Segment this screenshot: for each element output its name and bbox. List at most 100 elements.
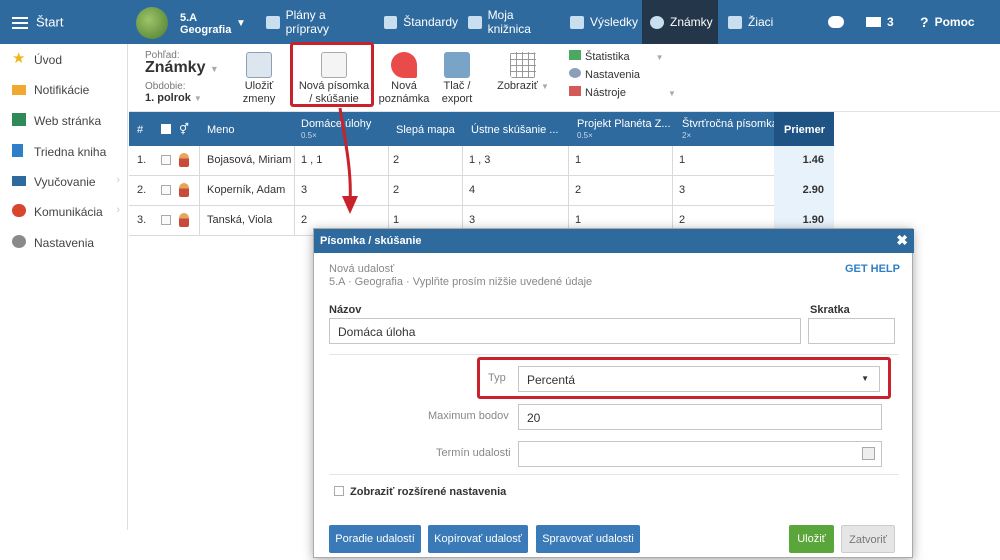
- gear-icon: [12, 235, 26, 248]
- sidebar: ★ Úvod Notifikácie Web stránka Triedna kn…: [0, 44, 128, 530]
- divider: [568, 146, 569, 236]
- sidebar-item-uvod[interactable]: ★ Úvod: [0, 44, 128, 74]
- grade-cell[interactable]: 3: [301, 184, 307, 196]
- sidebar-item-teaching[interactable]: Vyučovanie ›: [0, 166, 128, 196]
- get-help-link[interactable]: GET HELP: [845, 263, 900, 275]
- student-name[interactable]: Tanská, Viola: [207, 214, 272, 226]
- hamburger-icon: [12, 14, 28, 32]
- sidebar-item-classbook[interactable]: Triedna kniha: [0, 136, 128, 166]
- student-name[interactable]: Koperník, Adam: [207, 184, 285, 196]
- nav-grades[interactable]: Známky: [642, 0, 718, 44]
- person-icon: [179, 183, 189, 197]
- row-checkbox[interactable]: [161, 215, 171, 225]
- student-name[interactable]: Bojasová, Miriam: [207, 154, 291, 166]
- view-selector[interactable]: Známky ▼: [145, 59, 219, 77]
- person-icon: [179, 153, 189, 167]
- dialog-context: 5.A · Geografia · Vyplňte prosím nižšie …: [329, 276, 593, 288]
- start-menu-button[interactable]: Štart: [12, 14, 63, 32]
- table-row: 1. Bojasová, Miriam 1 , 1 2 1 , 3 1 1 1.…: [129, 146, 834, 176]
- tools-button[interactable]: Nástroje ▼: [569, 86, 676, 99]
- nav-library[interactable]: Moja knižnica: [460, 0, 558, 44]
- subject-name: Geografia: [180, 24, 232, 36]
- average-value: 2.90: [774, 176, 834, 206]
- nav-results[interactable]: Výsledky: [562, 0, 640, 44]
- save-button[interactable]: Uložiť: [789, 525, 834, 553]
- period-selector[interactable]: 1. polrok ▼: [145, 92, 202, 104]
- print-export-button[interactable]: Tlač / export: [435, 52, 479, 106]
- close-icon[interactable]: ✖: [896, 232, 908, 249]
- grade-cell[interactable]: 3: [469, 214, 475, 226]
- envelope-icon: [866, 17, 881, 27]
- calendar-icon[interactable]: [862, 447, 875, 460]
- grade-cell[interactable]: 1: [679, 154, 685, 166]
- highlight-new-test: [290, 42, 374, 107]
- checkbox[interactable]: [334, 486, 344, 496]
- divider: [329, 354, 899, 355]
- floppy-icon: [246, 52, 272, 78]
- class-selector[interactable]: 5.A Geografia ▼: [180, 12, 246, 36]
- home-icon: [12, 113, 26, 126]
- row-checkbox[interactable]: [161, 155, 171, 165]
- row-checkbox[interactable]: [161, 185, 171, 195]
- grade-cell[interactable]: 2: [679, 214, 685, 226]
- new-note-button[interactable]: Nová poznámka: [377, 52, 431, 106]
- sidebar-item-web[interactable]: Web stránka: [0, 105, 128, 135]
- sidebar-item-notifications[interactable]: Notifikácie: [0, 74, 128, 104]
- close-button[interactable]: Zatvoriť: [841, 525, 895, 553]
- name-field[interactable]: Domáca úloha: [329, 318, 801, 344]
- envelope-icon: [12, 85, 26, 95]
- person-icon: [179, 213, 189, 227]
- grade-cell[interactable]: 1 , 1: [301, 154, 322, 166]
- nav-students[interactable]: Žiaci: [722, 0, 784, 44]
- nav-plans[interactable]: Plány a prípravy: [258, 0, 370, 44]
- grade-cell[interactable]: 4: [469, 184, 475, 196]
- grade-cell[interactable]: 2: [393, 154, 399, 166]
- class-name: 5.A: [180, 12, 198, 24]
- tools-icon: [569, 86, 581, 96]
- grade-cell[interactable]: 2: [301, 214, 307, 226]
- grade-cell[interactable]: 1: [575, 214, 581, 226]
- top-navigation-bar: Štart 5.A Geografia ▼ Plány a prípravy Šta…: [0, 0, 1000, 44]
- settings-button[interactable]: Nastavenia: [569, 68, 640, 81]
- manage-events-button[interactable]: Spravovať udalosti: [536, 525, 640, 553]
- short-field[interactable]: [808, 318, 895, 344]
- sidebar-item-settings[interactable]: Nastavenia: [0, 227, 128, 257]
- grade-cell[interactable]: 2: [393, 184, 399, 196]
- nav-standards[interactable]: Štandardy: [376, 0, 458, 44]
- help-button[interactable]: ? Pomoc: [920, 0, 975, 44]
- grade-cell[interactable]: 2: [575, 184, 581, 196]
- chat-button[interactable]: [828, 0, 844, 44]
- show-button[interactable]: Zobraziť ▼: [491, 52, 555, 93]
- average-value: 1.46: [774, 146, 834, 176]
- statistics-button[interactable]: Štatistika ▼: [569, 50, 664, 63]
- grade-cell[interactable]: 1: [575, 154, 581, 166]
- class-avatar[interactable]: [136, 7, 168, 39]
- grid-settings-icon: [510, 52, 536, 78]
- divider: [672, 146, 673, 236]
- save-changes-button[interactable]: Uložiť zmeny: [239, 52, 279, 106]
- gears-icon: [569, 68, 581, 78]
- chat-icon: [12, 204, 26, 217]
- question-icon: ?: [920, 14, 929, 30]
- caret-down-icon: ▼: [209, 64, 219, 74]
- period-label: Obdobie:: [145, 81, 186, 92]
- order-events-button[interactable]: Poradie udalostí: [329, 525, 421, 553]
- max-points-field[interactable]: 20: [518, 404, 882, 430]
- date-field[interactable]: [518, 441, 882, 467]
- copy-event-button[interactable]: Kopírovať udalosť: [428, 525, 528, 553]
- grade-cell[interactable]: 1 , 3: [469, 154, 490, 166]
- advanced-settings-toggle[interactable]: Zobraziť rozšírené nastavenia: [334, 486, 506, 498]
- caret-down-icon: ▼: [193, 94, 202, 103]
- divider: [199, 146, 200, 236]
- grade-cell[interactable]: 3: [679, 184, 685, 196]
- chat-icon: [828, 16, 844, 28]
- grades-table-header: # ⚥ Meno Domáce úlohy 0.5× Slepá mapa Úst…: [129, 112, 834, 146]
- highlight-type-select: [477, 357, 891, 399]
- pin-icon: [391, 52, 417, 78]
- col-average[interactable]: Priemer: [774, 112, 834, 146]
- sidebar-item-communication[interactable]: Komunikácia ›: [0, 196, 128, 226]
- messages-button[interactable]: 3: [866, 0, 894, 44]
- star-icon: ★: [12, 50, 26, 67]
- library-icon: [468, 15, 482, 29]
- grade-cell[interactable]: 1: [393, 214, 399, 226]
